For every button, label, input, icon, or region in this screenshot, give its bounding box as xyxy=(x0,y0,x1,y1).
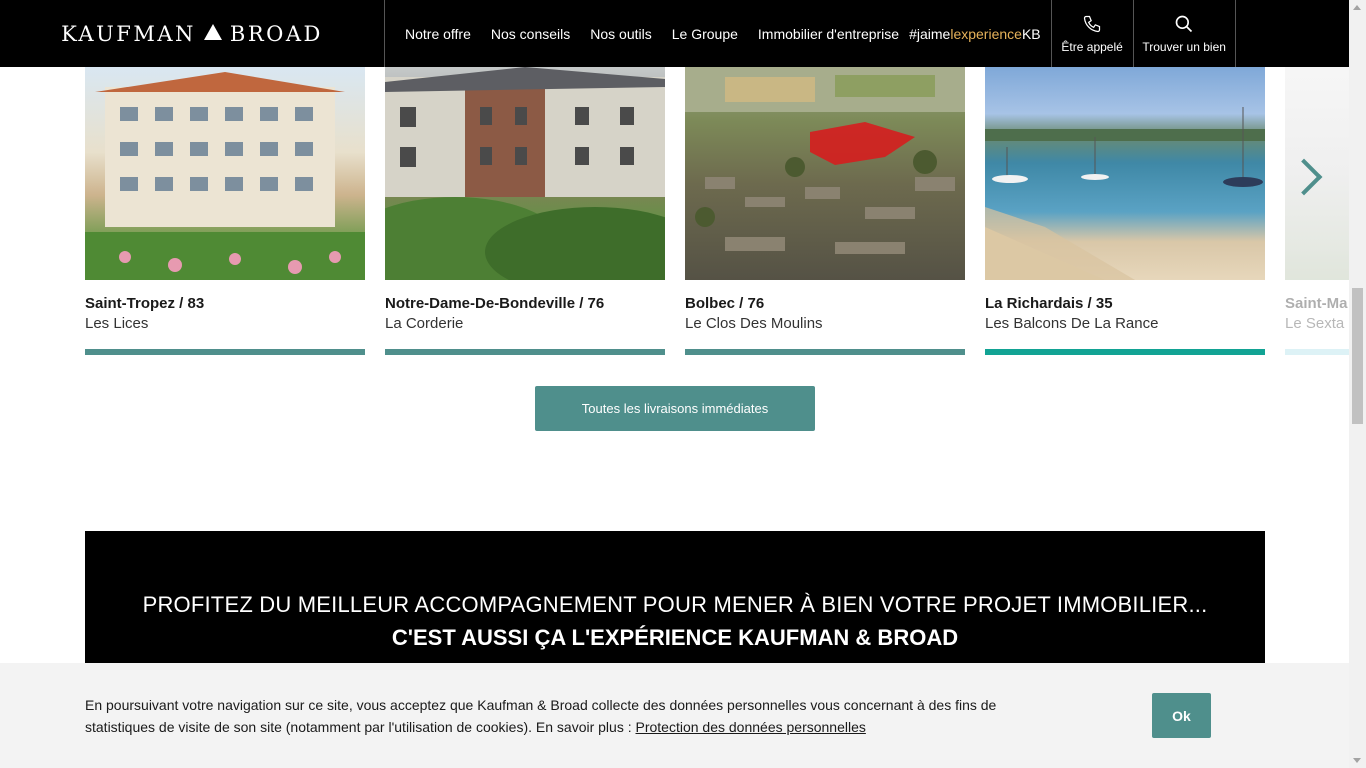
property-program: Les Balcons De La Rance xyxy=(985,315,1159,332)
search-icon xyxy=(1175,15,1193,32)
property-bar xyxy=(685,349,965,355)
promo-line-2: C'EST AUSSI ÇA L'EXPÉRIENCE KAUFMAN & BR… xyxy=(391,625,959,650)
logo-triangle-icon xyxy=(203,23,222,40)
property-city: Notre-Dame-De-Bondeville / 76 xyxy=(385,295,605,312)
property-image xyxy=(985,67,1265,280)
nav-immobilier-entreprise[interactable]: Immobilier d'entreprise xyxy=(758,26,899,42)
find-property-button[interactable]: Trouver un bien xyxy=(1132,0,1236,67)
scroll-up-arrow-icon[interactable] xyxy=(1353,5,1361,10)
property-program: Les Lices xyxy=(85,315,149,332)
property-card[interactable]: Bolbec / 76 Le Clos Des Moulins xyxy=(685,67,965,355)
scrollbar[interactable] xyxy=(1349,0,1366,768)
phone-icon xyxy=(1083,15,1101,32)
hashtag-part1: #jaime xyxy=(909,25,951,42)
delivery-carousel: Saint-Tropez / 83 Les Lices Notre-Dame-D… xyxy=(0,67,1349,367)
logo[interactable]: KAUFMAN BROAD xyxy=(0,0,385,67)
property-image xyxy=(385,67,665,280)
property-bar xyxy=(385,349,665,355)
property-bar xyxy=(1285,349,1349,355)
site-header: KAUFMAN BROAD Notre offre Nos conseils N… xyxy=(0,0,1349,67)
property-card[interactable]: Saint-Ma Le Sexta xyxy=(1285,67,1349,355)
aerial-illustration xyxy=(685,67,965,254)
property-card[interactable]: La Richardais / 35 Les Balcons De La Ran… xyxy=(985,67,1265,355)
seaside-illustration xyxy=(985,107,1265,280)
scroll-thumb[interactable] xyxy=(1352,288,1363,424)
nav-nos-outils[interactable]: Nos outils xyxy=(590,26,651,42)
building-illustration xyxy=(385,67,665,280)
logo-text-right: BROAD xyxy=(229,21,323,46)
nav-notre-offre[interactable]: Notre offre xyxy=(405,26,471,42)
property-bar xyxy=(85,349,365,355)
main-nav: Notre offre Nos conseils Nos outils Le G… xyxy=(385,0,899,67)
property-bar xyxy=(985,349,1265,355)
nav-le-groupe[interactable]: Le Groupe xyxy=(672,26,738,42)
property-program: La Corderie xyxy=(385,315,464,332)
property-program: Le Clos Des Moulins xyxy=(685,315,823,332)
all-deliveries-button[interactable]: Toutes les livraisons immédiates xyxy=(535,386,815,431)
cookie-ok-button[interactable]: Ok xyxy=(1152,693,1211,738)
property-city: Bolbec / 76 xyxy=(685,295,765,312)
property-city: Saint-Tropez / 83 xyxy=(85,295,205,312)
promo-line-1: PROFITEZ DU MEILLEUR ACCOMPAGNEMENT POUR… xyxy=(142,592,1208,617)
property-city: La Richardais / 35 xyxy=(985,295,1113,312)
property-image xyxy=(685,67,965,280)
scroll-down-arrow-icon[interactable] xyxy=(1353,758,1361,763)
privacy-link[interactable]: Protection des données personnelles xyxy=(636,719,866,735)
hashtag-part3: KB xyxy=(1021,25,1041,42)
call-me-label: Être appelé xyxy=(1061,39,1123,54)
building-illustration xyxy=(85,72,365,280)
property-card[interactable]: Saint-Tropez / 83 Les Lices xyxy=(85,67,365,355)
nav-nos-conseils[interactable]: Nos conseils xyxy=(491,26,570,42)
property-card[interactable]: Notre-Dame-De-Bondeville / 76 La Corderi… xyxy=(385,67,665,355)
hashtag-part2: lexperience xyxy=(950,25,1022,42)
property-image xyxy=(85,67,365,280)
cookie-banner: En poursuivant votre navigation sur ce s… xyxy=(0,663,1349,768)
logo-text-left: KAUFMAN xyxy=(61,21,196,46)
property-program: Le Sexta xyxy=(1285,315,1345,332)
cookie-text: En poursuivant votre navigation sur ce s… xyxy=(85,694,1045,738)
find-property-label: Trouver un bien xyxy=(1142,39,1226,54)
hashtag-link[interactable]: #jaime lexperience KB xyxy=(909,0,1041,67)
property-city: Saint-Ma xyxy=(1285,295,1348,312)
call-me-button[interactable]: Être appelé xyxy=(1050,0,1133,67)
